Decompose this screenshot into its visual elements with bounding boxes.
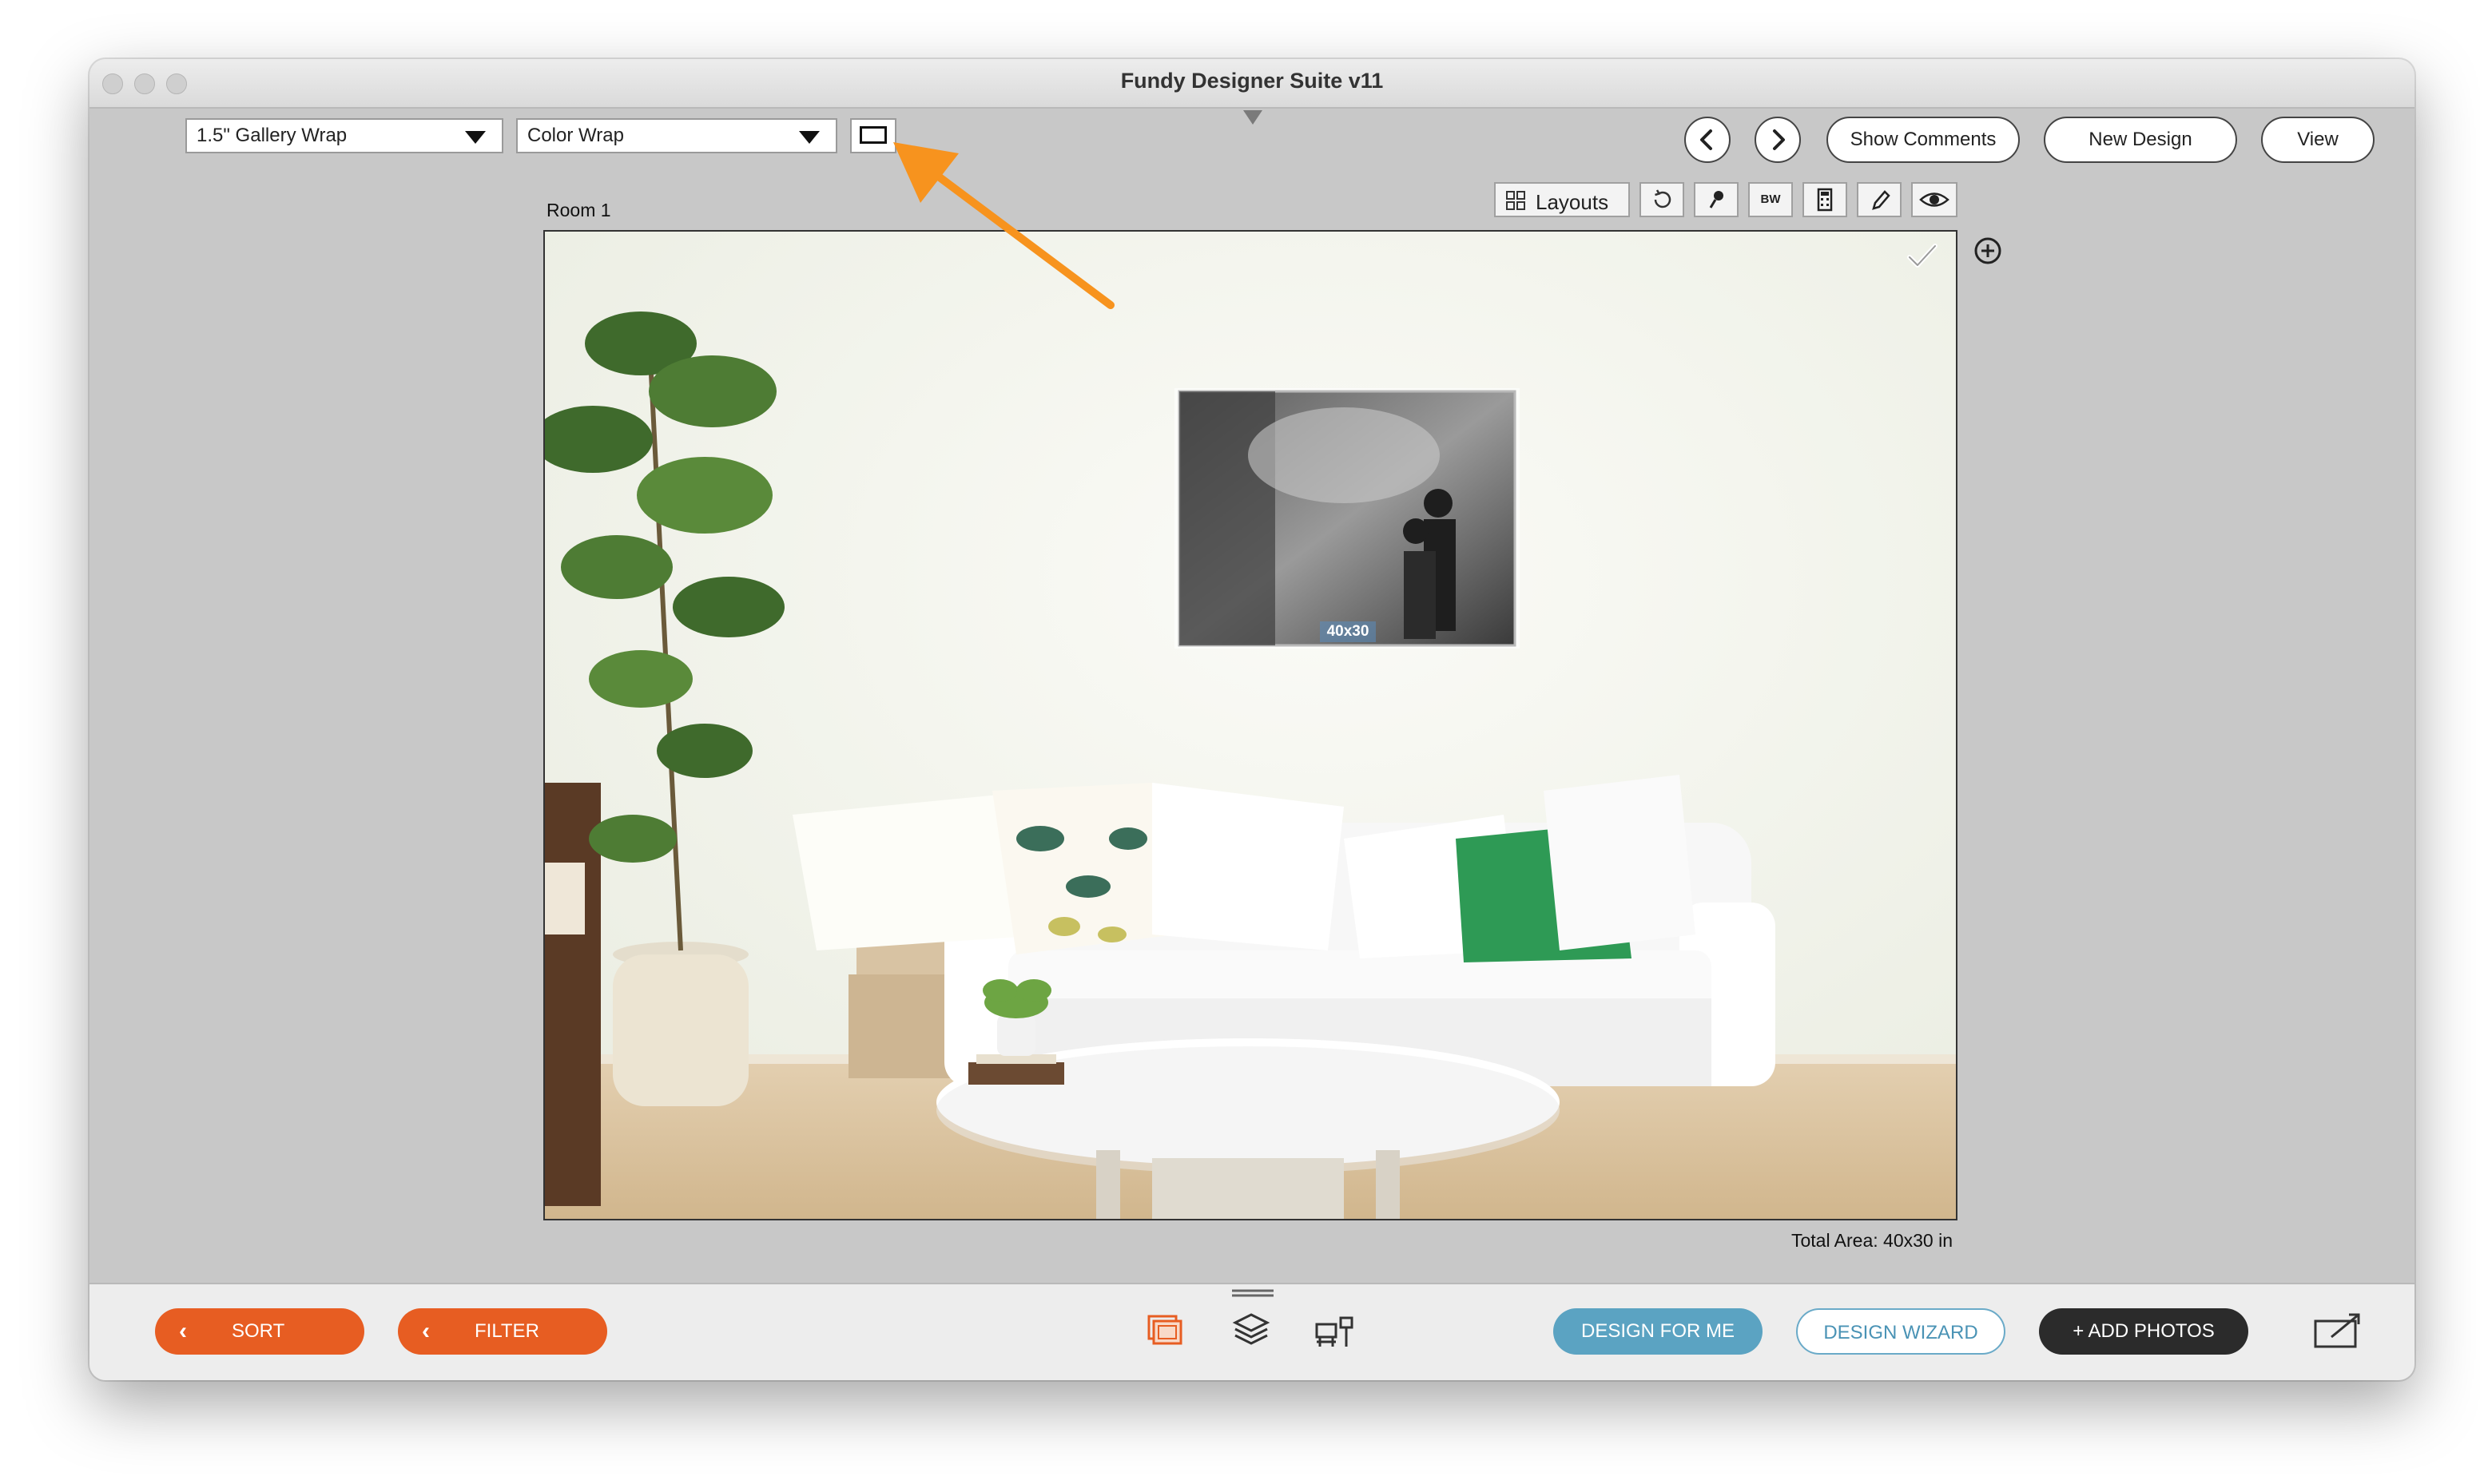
room-canvas[interactable]: 40x30 [543, 230, 1957, 1220]
pin-icon [1709, 191, 1723, 208]
layouts-label: Layouts [1536, 190, 1609, 214]
grid-layout-icon [1506, 191, 1525, 210]
total-area-label: Total Area: 40x30 in [1790, 1230, 1953, 1251]
add-room-icon[interactable] [1973, 236, 2002, 265]
view-button[interactable]: View [2261, 117, 2375, 163]
export-icon[interactable] [2311, 1310, 2367, 1351]
pencil-icon [1872, 190, 1890, 210]
filter-label: FILTER [475, 1320, 539, 1342]
edit-button[interactable] [1857, 182, 1902, 217]
calculator-icon [1817, 188, 1833, 212]
rotate-icon [1654, 189, 1671, 208]
new-design-button[interactable]: New Design [2044, 117, 2237, 163]
chevron-left-icon [1700, 129, 1712, 150]
room-scene-image [545, 232, 1956, 1219]
layers-icon[interactable] [1230, 1311, 1272, 1350]
chevron-left-icon: ‹ [422, 1318, 430, 1344]
wrap-type-value: Color Wrap [527, 125, 624, 146]
filter-button[interactable]: ‹ FILTER [398, 1308, 607, 1355]
sort-button[interactable]: ‹ SORT [155, 1308, 364, 1355]
rotate-button[interactable] [1639, 182, 1684, 217]
app-window: Fundy Designer Suite v11 1.5" Gallery Wr… [89, 59, 2414, 1380]
dropdown-arrow-icon [799, 131, 820, 144]
product-type-select[interactable]: 1.5" Gallery Wrap [185, 118, 503, 153]
collapse-toolbar-icon[interactable] [1243, 110, 1262, 125]
chevron-left-icon: ‹ [179, 1318, 187, 1344]
window-title: Fundy Designer Suite v11 [1120, 69, 1384, 93]
pin-button[interactable] [1694, 182, 1739, 217]
chevron-right-icon [1773, 129, 1785, 150]
wrap-type-select[interactable]: Color Wrap [516, 118, 837, 153]
design-wizard-button[interactable]: DESIGN WIZARD [1796, 1308, 2005, 1355]
annotation-arrow-icon [893, 142, 1115, 309]
add-photos-button[interactable]: + ADD PHOTOS [2039, 1308, 2248, 1355]
sort-label: SORT [232, 1320, 285, 1342]
photos-panel-icon[interactable] [1146, 1313, 1186, 1350]
black-white-button[interactable]: BW [1748, 182, 1793, 217]
title-bar: Fundy Designer Suite v11 [89, 59, 2414, 109]
photo-size-label: 40x30 [1320, 621, 1376, 642]
previous-button[interactable] [1684, 117, 1731, 163]
design-for-me-button[interactable]: DESIGN FOR ME [1553, 1308, 1763, 1355]
room-label: Room 1 [546, 200, 611, 220]
drag-handle-icon[interactable] [1232, 1289, 1274, 1297]
layouts-button[interactable]: Layouts [1494, 182, 1630, 217]
checkmark-icon[interactable] [1905, 240, 1940, 272]
product-type-value: 1.5" Gallery Wrap [197, 125, 348, 146]
room-view-icon[interactable] [1314, 1313, 1355, 1350]
show-comments-button[interactable]: Show Comments [1826, 117, 2020, 163]
calculator-button[interactable] [1802, 182, 1847, 217]
eye-icon [1919, 192, 1949, 207]
dropdown-arrow-icon [465, 131, 486, 144]
preview-button[interactable] [1911, 182, 1957, 217]
next-button[interactable] [1755, 117, 1801, 163]
